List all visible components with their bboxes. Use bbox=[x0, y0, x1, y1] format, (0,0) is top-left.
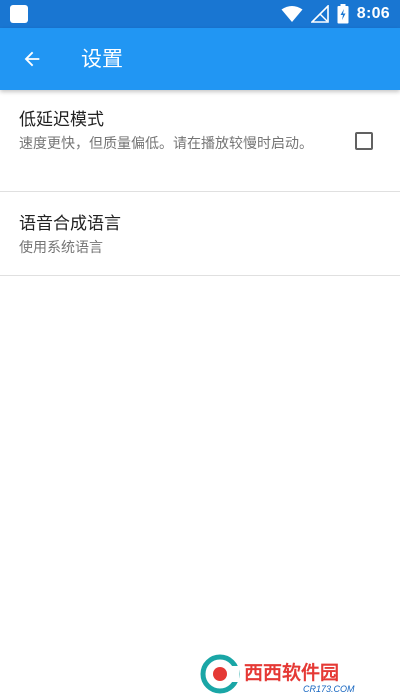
app-bar: 设置 bbox=[0, 28, 400, 90]
back-button[interactable] bbox=[12, 39, 52, 79]
setting-tts-language[interactable]: 语音合成语言 使用系统语言 bbox=[0, 192, 400, 276]
status-bar: 8:06 bbox=[0, 0, 400, 28]
status-icons: 8:06 bbox=[281, 0, 390, 28]
settings-list: 低延迟模式 速度更快，但质量偏低。请在播放较慢时启动。 语音合成语言 使用系统语… bbox=[0, 90, 400, 276]
arrow-left-icon bbox=[24, 51, 40, 67]
watermark-text: 西西软件园 bbox=[244, 661, 339, 684]
setting-title: 语音合成语言 bbox=[19, 214, 121, 234]
watermark-logo: 西西软件园 CR173.COM bbox=[198, 652, 398, 696]
setting-summary: 速度更快，但质量偏低。请在播放较慢时启动。 bbox=[19, 136, 313, 152]
setting-title: 低延迟模式 bbox=[19, 110, 104, 130]
app-icon bbox=[10, 5, 28, 23]
status-time: 8:06 bbox=[356, 5, 390, 22]
wifi-icon bbox=[281, 6, 303, 22]
battery-charging-icon bbox=[337, 4, 349, 24]
setting-summary: 使用系统语言 bbox=[19, 240, 103, 256]
signal-icon bbox=[310, 5, 329, 23]
low-latency-checkbox[interactable] bbox=[355, 132, 373, 150]
watermark-url: CR173.COM bbox=[303, 684, 355, 694]
setting-low-latency-mode[interactable]: 低延迟模式 速度更快，但质量偏低。请在播放较慢时启动。 bbox=[0, 90, 400, 192]
settings-screen: 8:06 设置 低延迟模式 速度更快，但质量偏低。请在播放较慢时启动。 语音合成… bbox=[0, 0, 400, 700]
page-title: 设置 bbox=[81, 47, 123, 71]
